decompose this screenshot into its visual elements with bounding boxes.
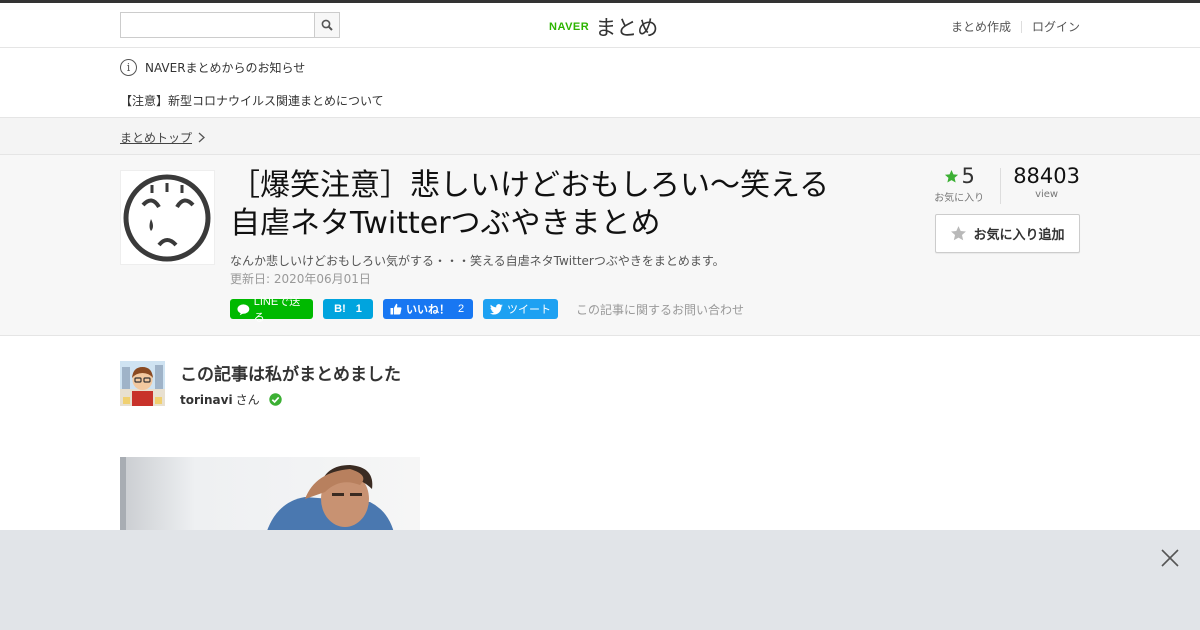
- article-inquiry-link[interactable]: この記事に関するお問い合わせ: [576, 301, 744, 318]
- notice-heading: NAVERまとめからのお知らせ: [145, 61, 306, 75]
- check-circle-icon: [268, 393, 282, 406]
- favorites-label: お気に入り: [934, 193, 985, 204]
- sad-face-icon: [123, 174, 211, 262]
- line-share-label: LINEで送る: [253, 296, 301, 324]
- breadcrumb-top-link[interactable]: まとめトップ: [120, 129, 205, 146]
- article-thumbnail: [120, 170, 215, 265]
- notice-link[interactable]: 【注意】新型コロナウイルス関連まとめについて: [120, 92, 384, 109]
- tweet-label: ツイート: [507, 304, 551, 316]
- article-stats: 5 お気に入り 88403 view: [926, 164, 1080, 204]
- star-icon: [944, 169, 958, 182]
- favorites-count: 5: [961, 164, 975, 188]
- hatena-mark: B!: [334, 303, 346, 315]
- favorites-stat: 5 お気に入り: [926, 164, 992, 204]
- logo-naver: NAVER: [549, 21, 590, 33]
- article-title: ［爆笑注意］悲しいけどおもしろい～笑える自虐ネタTwitterつぶやきまとめ: [230, 168, 830, 241]
- line-share-button[interactable]: LINEで送る: [230, 296, 313, 324]
- create-matome-link[interactable]: まとめ作成: [951, 18, 1011, 35]
- facebook-like-label: いいね！: [406, 304, 450, 316]
- article-description: なんか悲しいけどおもしろい気がする・・・笑える自虐ネタTwitterつぶやきをま…: [230, 254, 725, 268]
- search-icon: [321, 19, 333, 31]
- chevron-right-icon: [198, 132, 205, 143]
- curator-heading: この記事は私がまとめました: [180, 365, 401, 385]
- site-logo[interactable]: NAVER まとめ: [549, 12, 658, 42]
- views-stat: 88403 view: [1013, 164, 1080, 204]
- views-count: 88403: [1013, 164, 1080, 188]
- info-icon: i: [120, 59, 137, 76]
- stats-divider: [1000, 168, 1002, 204]
- avatar-image: [120, 361, 165, 406]
- login-link[interactable]: ログイン: [1032, 18, 1080, 35]
- search-input[interactable]: [121, 13, 315, 37]
- hatena-count: 1: [355, 303, 362, 315]
- stressed-man-photo: [120, 457, 420, 537]
- article-header: ［爆笑注意］悲しいけどおもしろい～笑える自虐ネタTwitterつぶやきまとめ な…: [0, 155, 1200, 336]
- search-box: [120, 12, 340, 38]
- add-favorite-button[interactable]: お気に入り追加: [935, 214, 1080, 253]
- header-links: まとめ作成 ログイン: [951, 18, 1080, 35]
- notice-heading-row: i NAVERまとめからのお知らせ: [120, 59, 305, 76]
- search-button[interactable]: [314, 13, 339, 37]
- thumbs-up-icon: [390, 303, 402, 315]
- curator-honorific: さん: [235, 393, 260, 407]
- curator-avatar[interactable]: [120, 361, 165, 406]
- curator-name-row: torinavi さん: [180, 391, 282, 408]
- notice-section: i NAVERまとめからのお知らせ 【注意】新型コロナウイルス関連まとめについて: [0, 48, 1200, 118]
- header-link-divider: [1020, 20, 1022, 33]
- breadcrumb: まとめトップ: [0, 118, 1200, 155]
- bottom-ad-banner: [0, 530, 1200, 630]
- add-favorite-label: お気に入り追加: [973, 228, 1065, 243]
- article-updated: 更新日: 2020年06月01日: [230, 272, 371, 286]
- favorites-count-row: 5: [926, 164, 992, 188]
- article-photo: [120, 457, 420, 537]
- star-outline-icon: [951, 226, 967, 241]
- logo-matome: まとめ: [595, 16, 659, 40]
- share-bar: LINEで送る B! 1 いいね！ 2 ツイート この記事に関するお問い合わせ: [230, 296, 744, 324]
- line-logo-icon: [237, 303, 250, 315]
- curator-section: この記事は私がまとめました torinavi さん: [0, 336, 1200, 456]
- facebook-like-button[interactable]: いいね！ 2: [383, 299, 473, 319]
- views-label: view: [1035, 189, 1059, 200]
- facebook-like-count: 2: [458, 303, 465, 315]
- breadcrumb-top-label: まとめトップ: [120, 131, 193, 145]
- site-header: NAVER まとめ まとめ作成 ログイン: [0, 3, 1200, 48]
- close-icon[interactable]: [1160, 548, 1180, 568]
- twitter-bird-icon: [490, 303, 503, 315]
- hatena-bookmark-button[interactable]: B! 1: [323, 299, 373, 319]
- tweet-button[interactable]: ツイート: [483, 299, 558, 319]
- curator-name[interactable]: torinavi: [180, 393, 233, 407]
